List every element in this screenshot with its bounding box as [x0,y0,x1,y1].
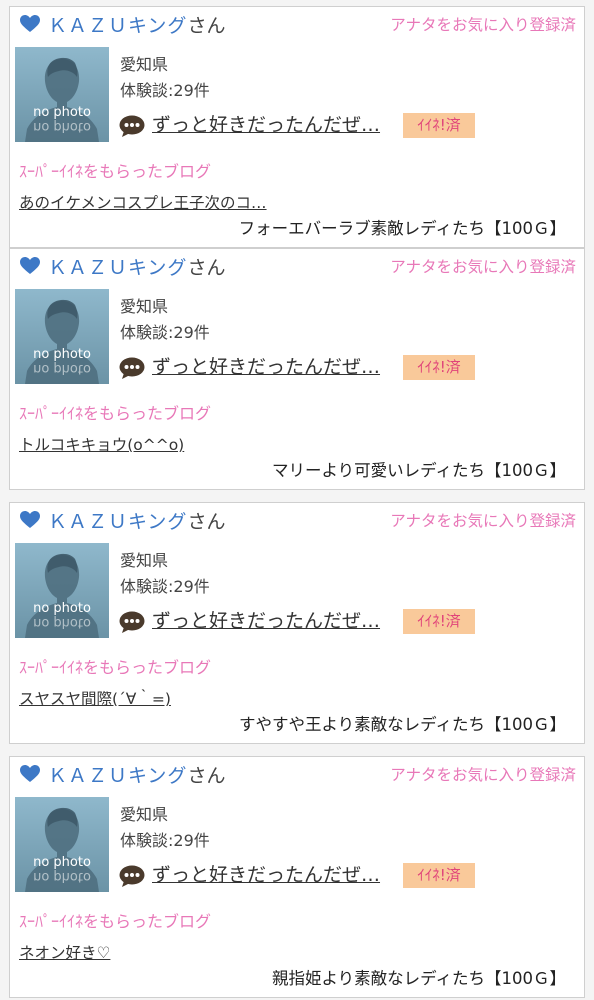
avatar-caption: no photo [33,105,91,120]
favorite-status: アナタをお気に入り登録済 [390,258,576,276]
favorite-status: アナタをお気に入り登録済 [390,512,576,530]
blog-title-link[interactable]: ずっと好きだったんだぜ… [152,606,380,633]
user-name-link[interactable]: ＫＡＺＵキングさん [48,761,225,788]
review-count: 体験談:29件 [120,81,210,100]
user-name-text[interactable]: ＫＡＺＵキング [48,511,187,533]
like-badge: ｲｲﾈ!済 [403,863,475,888]
heart-icon[interactable] [20,257,40,275]
avatar[interactable]: no photo no photo [15,797,109,892]
avatar-caption: no photo [33,347,91,362]
speech-bubble-icon [119,611,145,633]
lady-group-info: マリーより可愛いレディたち【100Ｇ】 [271,461,566,480]
prefecture: 愛知県 [120,55,169,74]
super-like-blog-link[interactable]: スヤスヤ間際(´∀｀=) [19,687,171,709]
super-like-blog-link[interactable]: ネオン好き♡ [19,941,110,963]
super-like-blog-link[interactable]: あのイケメンコスプレ王子次のコ… [19,191,267,213]
review-count: 体験談:29件 [120,831,210,850]
like-badge: ｲｲﾈ!済 [403,609,475,634]
prefecture: 愛知県 [120,297,169,316]
review-count: 体験談:29件 [120,323,210,342]
like-badge: ｲｲﾈ!済 [403,113,475,138]
honorific: さん [187,511,226,533]
blog-title-link[interactable]: ずっと好きだったんだぜ… [152,352,380,379]
prefecture: 愛知県 [120,551,169,570]
user-name-link[interactable]: ＫＡＺＵキングさん [48,11,225,38]
lady-group-info: フォーエバーラブ素敵レディたち【100Ｇ】 [238,219,566,238]
avatar-caption-reflection: no photo [33,119,91,134]
user-name-text[interactable]: ＫＡＺＵキング [48,257,187,279]
review-card: ＫＡＺＵキングさん アナタをお気に入り登録済 no photo no photo 愛知県… [9,502,585,744]
avatar[interactable]: no photo no photo [15,543,109,638]
heart-icon[interactable] [20,15,40,33]
super-like-label: ｽｰﾊﾟｰｲｲﾈをもらったブログ [19,162,212,181]
lady-group-info: 親指姫より素敵なレディたち【100Ｇ】 [271,969,566,988]
heart-icon[interactable] [20,511,40,529]
review-card: ＫＡＺＵキングさん アナタをお気に入り登録済 no photo no photo 愛知県… [9,756,585,998]
super-like-label: ｽｰﾊﾟｰｲｲﾈをもらったブログ [19,658,212,677]
review-card: ＫＡＺＵキングさん アナタをお気に入り登録済 no photo no photo 愛知県… [9,248,585,490]
speech-bubble-icon [119,865,145,887]
blog-title-link[interactable]: ずっと好きだったんだぜ… [152,110,380,137]
prefecture: 愛知県 [120,805,169,824]
avatar-caption: no photo [33,855,91,870]
user-name-text[interactable]: ＫＡＺＵキング [48,15,187,37]
super-like-blog-link[interactable]: トルコキキョウ(o^^o) [19,433,184,455]
avatar-caption-reflection: no photo [33,361,91,376]
user-name-text[interactable]: ＫＡＺＵキング [48,765,187,787]
blog-title-link[interactable]: ずっと好きだったんだぜ… [152,860,380,887]
user-name-link[interactable]: ＫＡＺＵキングさん [48,253,225,280]
favorite-status: アナタをお気に入り登録済 [390,766,576,784]
review-card-list: ＫＡＺＵキングさん アナタをお気に入り登録済 no photo no photo 愛知県… [0,0,594,1000]
honorific: さん [187,15,226,37]
heart-icon[interactable] [20,765,40,783]
user-name-link[interactable]: ＫＡＺＵキングさん [48,507,225,534]
review-count: 体験談:29件 [120,577,210,596]
super-like-label: ｽｰﾊﾟｰｲｲﾈをもらったブログ [19,404,212,423]
like-badge: ｲｲﾈ!済 [403,355,475,380]
honorific: さん [187,257,226,279]
lady-group-info: すやすや王より素敵なレディたち【100Ｇ】 [238,715,566,734]
honorific: さん [187,765,226,787]
avatar[interactable]: no photo no photo [15,289,109,384]
speech-bubble-icon [119,357,145,379]
avatar-caption-reflection: no photo [33,615,91,630]
super-like-label: ｽｰﾊﾟｰｲｲﾈをもらったブログ [19,912,212,931]
review-card: ＫＡＺＵキングさん アナタをお気に入り登録済 no photo no photo 愛知県… [9,6,585,248]
avatar[interactable]: no photo no photo [15,47,109,142]
avatar-caption: no photo [33,601,91,616]
speech-bubble-icon [119,115,145,137]
favorite-status: アナタをお気に入り登録済 [390,16,576,34]
avatar-caption-reflection: no photo [33,869,91,884]
